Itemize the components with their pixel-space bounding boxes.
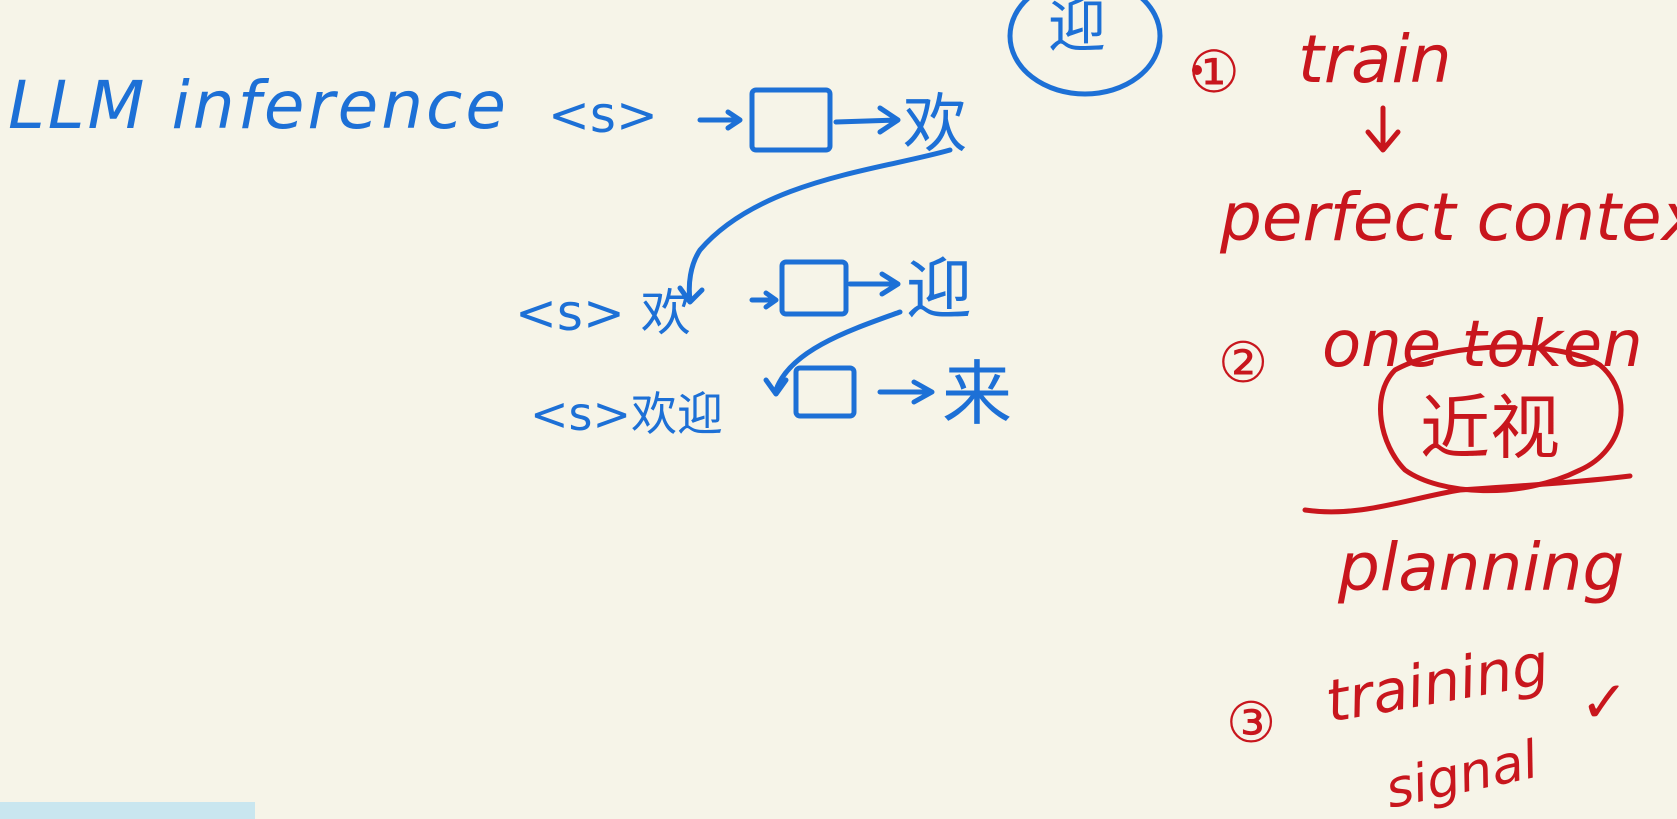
note2-sub: planning — [1337, 529, 1624, 606]
row3-output: 来 — [942, 353, 1012, 435]
note-1: ① train perfect context — [1188, 21, 1677, 256]
note3-marker: ③ — [1226, 691, 1276, 756]
row2-arrow-in — [749, 290, 779, 310]
circled-top-char: 迎 — [1007, 0, 1163, 97]
row1-arrow-out — [833, 105, 901, 135]
row3-token-box — [793, 365, 857, 419]
note1-down-arrow — [1365, 105, 1401, 153]
note3-check: ✓ — [1580, 668, 1629, 736]
note2-underline — [1302, 473, 1633, 515]
row3-prefix: <s>欢迎 — [530, 387, 723, 441]
diagram-row-3: <s>欢迎 来 — [530, 353, 1012, 441]
feedback-arrow-2 — [763, 309, 903, 397]
row2-token-box — [779, 259, 849, 317]
diagram-row-2: <s> 欢 迎 — [515, 251, 972, 342]
row2-prefix: <s> 欢 — [515, 284, 691, 342]
row1-prefix: <s> — [548, 86, 658, 144]
page-title: LLM inference — [8, 67, 509, 144]
note1-sub: perfect context — [1219, 179, 1677, 256]
row2-output: 迎 — [906, 251, 972, 328]
note2-marker: ② — [1218, 331, 1268, 396]
row1-output: 欢 — [903, 88, 967, 162]
row1-arrow-in — [697, 109, 743, 131]
row1-token-box — [749, 87, 833, 153]
note2-text: one token — [1322, 308, 1643, 382]
pen-cursor-icon — [1192, 65, 1202, 75]
bottom-toolbar-strip — [0, 802, 255, 819]
note-3: ③ training signal ✓ — [1226, 630, 1629, 819]
row3-arrow-out — [877, 379, 935, 405]
note1-text: train — [1298, 21, 1452, 98]
note2-circled: 近视 — [1420, 387, 1560, 469]
top-char: 迎 — [1048, 0, 1106, 60]
note3-text: training — [1321, 630, 1554, 736]
whiteboard-canvas: LLM inference <s> 欢 <s> 欢 迎 <s>欢迎 来 迎 ① … — [8, 0, 1677, 819]
row2-arrow-out — [847, 271, 901, 297]
note-2: ② one token 近视 planning — [1218, 308, 1643, 606]
diagram-row-1: <s> 欢 — [548, 86, 967, 162]
note3-sub: signal — [1380, 730, 1543, 819]
